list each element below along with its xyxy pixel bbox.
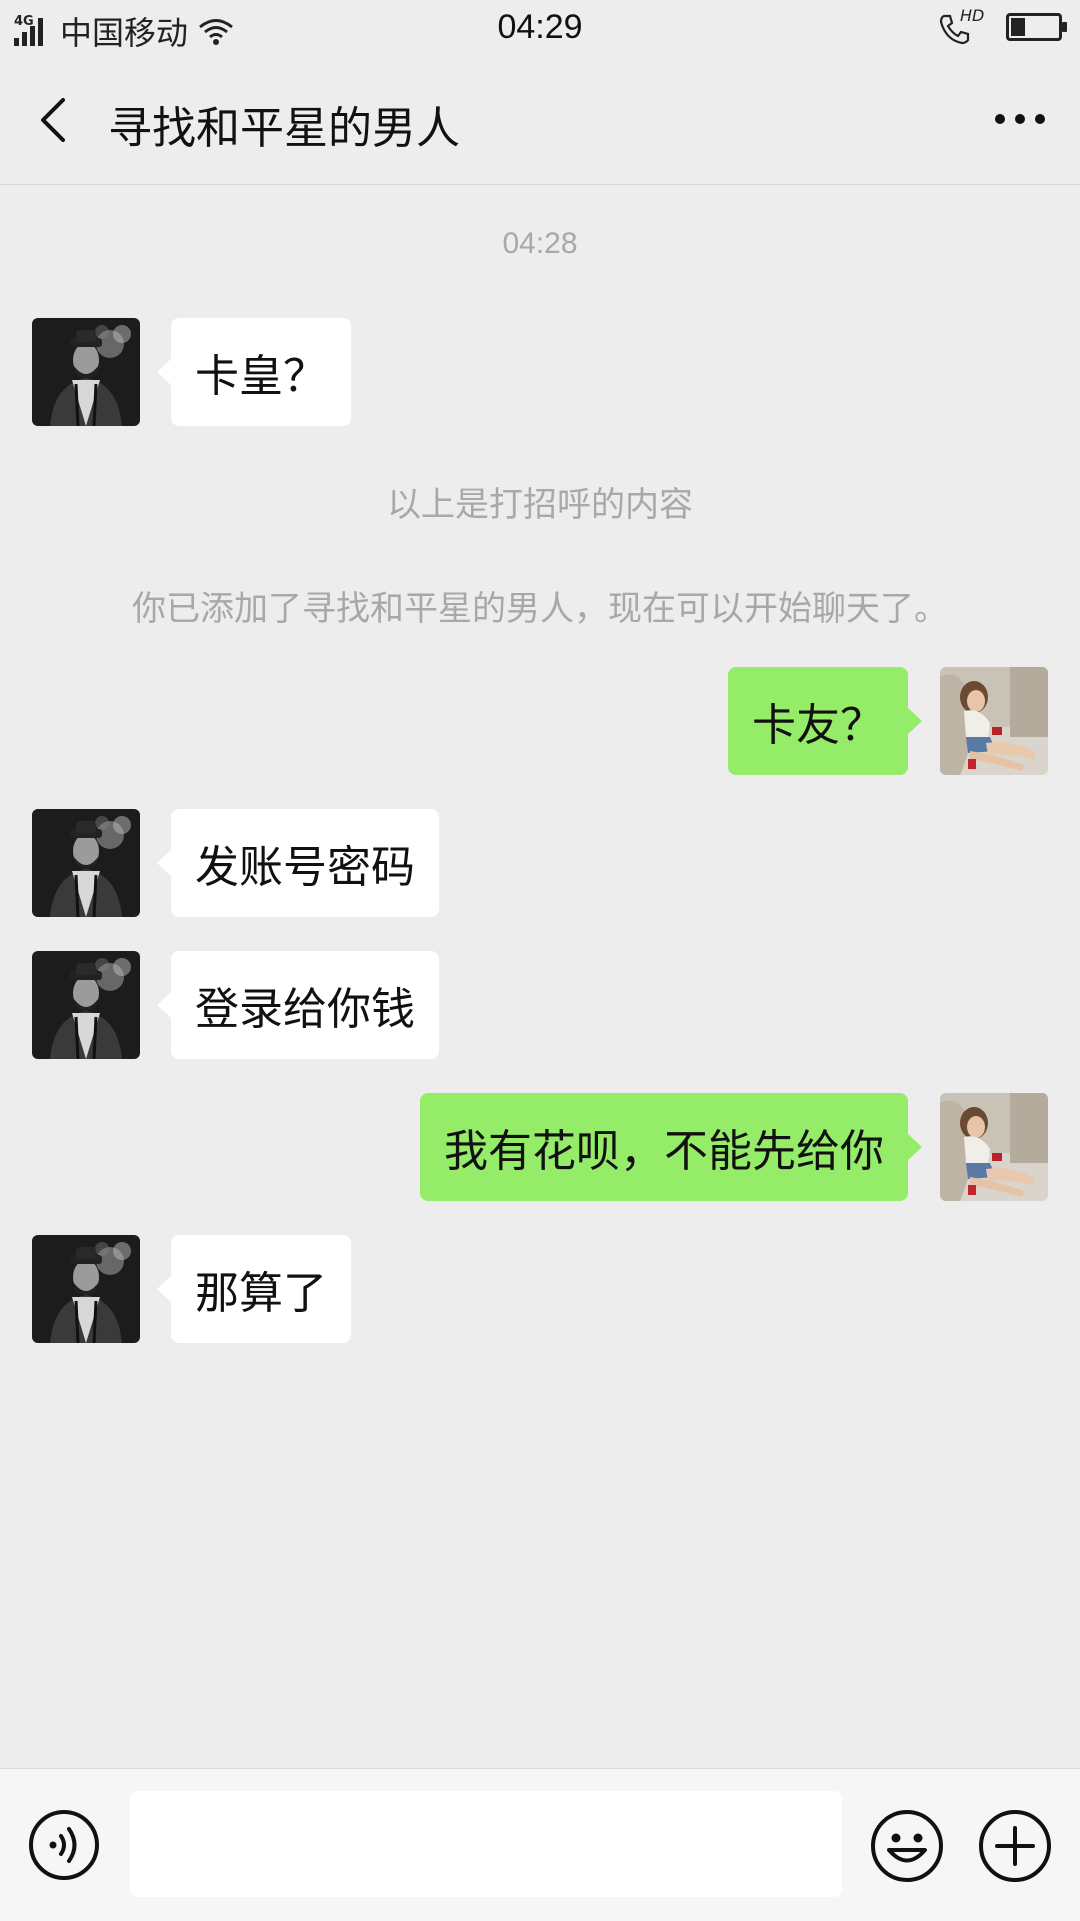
voice-input-button[interactable] (28, 1809, 100, 1881)
my-avatar[interactable] (940, 1093, 1048, 1201)
battery-level (1011, 18, 1025, 36)
back-button[interactable] (28, 88, 78, 152)
message-bubble-outgoing[interactable]: 卡友？ (728, 667, 922, 775)
status-time: 04:29 (497, 8, 583, 46)
system-message: 你已添加了寻找和平星的男人，现在可以开始聊天了。 (132, 589, 948, 629)
hd-call-icon: HD (938, 6, 984, 45)
input-bar (0, 1768, 1080, 1921)
hd-label: HD (960, 6, 985, 25)
system-message: 以上是打招呼的内容 (387, 485, 693, 525)
status-right: HD (938, 6, 1067, 45)
battery-icon (1006, 13, 1067, 41)
contact-avatar[interactable] (32, 318, 140, 426)
message-timestamp: 04:28 (502, 227, 578, 260)
more-options-button[interactable] (990, 94, 1050, 144)
chat-header: 寻找和平星的男人 (0, 58, 1080, 185)
my-avatar[interactable] (940, 667, 1048, 775)
status-bar: 4G 中国移动 04:29 HD (0, 0, 1080, 58)
chevron-left-icon (41, 98, 65, 142)
chat-area[interactable]: 04:28 卡皇？ 以上是打招呼的内容 你已添加了寻找和平星的男人，现在可以开始… (0, 185, 1080, 1768)
message-bubble-outgoing[interactable]: 我有花呗，不能先给你 (420, 1093, 922, 1201)
more-dots-icon (995, 114, 1045, 124)
chat-title: 寻找和平星的男人 (108, 103, 460, 154)
contact-avatar[interactable] (32, 809, 140, 917)
voice-icon (29, 1810, 99, 1880)
plus-circle-icon (979, 1810, 1051, 1882)
message-bubble-incoming[interactable]: 登录给你钱 (157, 951, 439, 1059)
emoji-button[interactable] (870, 1809, 944, 1883)
contact-avatar[interactable] (32, 1235, 140, 1343)
message-bubble-incoming[interactable]: 发账号密码 (157, 809, 439, 917)
message-bubble-incoming[interactable]: 卡皇？ (157, 318, 351, 426)
more-functions-button[interactable] (978, 1809, 1052, 1883)
message-input[interactable] (130, 1791, 842, 1897)
emoji-icon (871, 1810, 943, 1882)
contact-avatar[interactable] (32, 951, 140, 1059)
message-bubble-incoming[interactable]: 那算了 (157, 1235, 351, 1343)
